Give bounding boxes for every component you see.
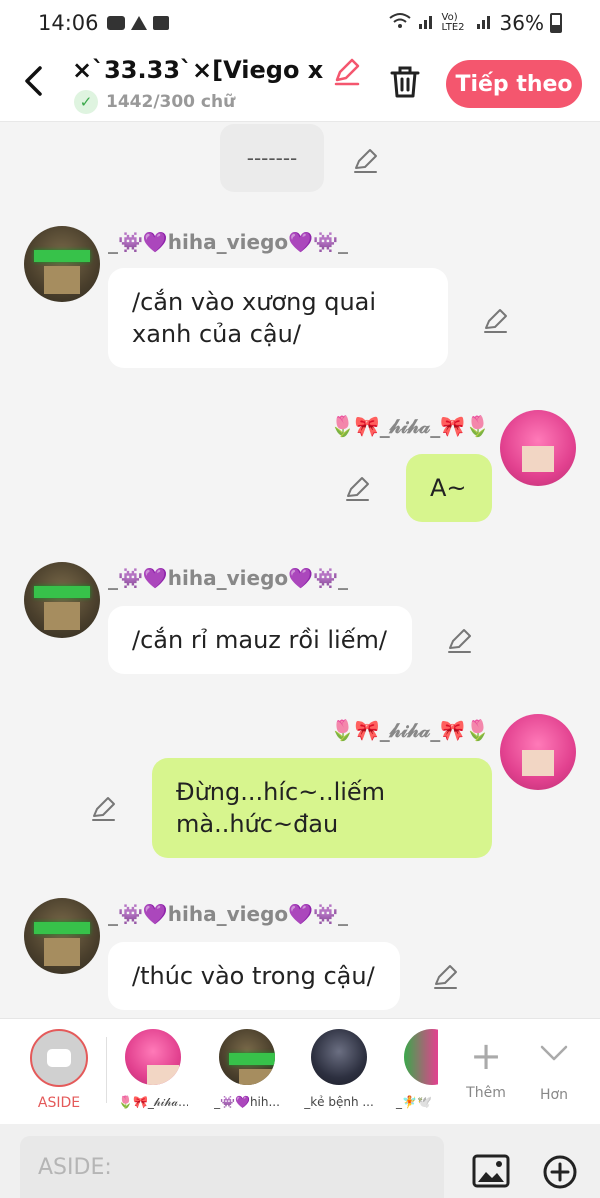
- trash-icon: [390, 66, 420, 98]
- signal-icon-2: [476, 11, 494, 35]
- sender-name: _👾💜hiha_viego💜👾_: [108, 230, 348, 254]
- message-bubble[interactable]: /thúc vào trong cậu/: [108, 942, 400, 1010]
- edit-pencil-icon[interactable]: [432, 962, 460, 990]
- avatar: [219, 1029, 275, 1085]
- avatar[interactable]: [24, 562, 100, 638]
- message-bubble[interactable]: A~: [406, 454, 492, 522]
- character-label: _kẻ bệnh ...: [304, 1095, 374, 1109]
- add-button[interactable]: [542, 1154, 578, 1190]
- expand-button[interactable]: Hơn: [526, 1035, 582, 1115]
- word-count: ✓ 1442/300 chữ: [74, 90, 235, 114]
- sender-name: _👾💜hiha_viego💜👾_: [108, 902, 348, 926]
- chevron-left-icon: [25, 66, 42, 96]
- status-bar: 14:06 Vo) LTE2 36%: [0, 0, 600, 46]
- back-button[interactable]: [22, 64, 52, 100]
- sender-name: 🌷🎀_𝒽𝒾𝒽𝒶_🎀🌷: [329, 414, 490, 438]
- edit-pencil-icon[interactable]: [90, 794, 118, 822]
- character-bar: ASIDE 🌷🎀_𝒽𝒾𝒽𝒶... _👾💜hih... _kẻ bệnh ... …: [0, 1018, 600, 1124]
- character-item[interactable]: 🌷🎀_𝒽𝒾𝒽𝒶...: [118, 1029, 188, 1123]
- add-character-label: Thêm: [466, 1085, 506, 1101]
- edit-pencil-icon[interactable]: [344, 474, 372, 502]
- input-bar: [0, 1124, 600, 1198]
- battery-percent: 36%: [499, 11, 544, 35]
- avatar: [125, 1029, 181, 1085]
- character-label: _👾💜hih...: [214, 1095, 280, 1109]
- message-bubble[interactable]: /cắn vào xương quai xanh của cậu/: [108, 268, 448, 368]
- alert-icon: [130, 16, 147, 30]
- character-item[interactable]: _kẻ bệnh ...: [304, 1029, 374, 1123]
- avatar[interactable]: [24, 898, 100, 974]
- divider: [106, 1037, 107, 1103]
- pencil-icon: [334, 58, 360, 86]
- plus-circle-icon: [543, 1155, 577, 1189]
- character-item[interactable]: _🧚🕊️: [390, 1029, 438, 1123]
- status-time: 14:06: [38, 11, 99, 35]
- avatar[interactable]: [500, 410, 576, 486]
- divider-bubble[interactable]: -------: [220, 124, 324, 192]
- avatar: [311, 1029, 367, 1085]
- avatar: [404, 1029, 438, 1085]
- avatar[interactable]: [500, 714, 576, 790]
- edit-title-button[interactable]: [332, 56, 362, 86]
- next-button[interactable]: Tiếp theo: [446, 60, 582, 108]
- character-label: 🌷🎀_𝒽𝒾𝒽𝒶...: [118, 1095, 188, 1109]
- edit-pencil-icon[interactable]: [446, 626, 474, 654]
- insert-image-button[interactable]: [472, 1154, 510, 1188]
- message-icon: [152, 16, 169, 30]
- aside-button[interactable]: [30, 1029, 88, 1087]
- expand-label: Hơn: [540, 1087, 568, 1103]
- wifi-icon: [388, 11, 412, 35]
- message-bubble[interactable]: /cắn rỉ mauz rồi liếm/: [108, 606, 412, 674]
- sender-name: 🌷🎀_𝒽𝒾𝒽𝒶_🎀🌷: [329, 718, 490, 742]
- message-bubble[interactable]: Đừng...híc~..liếm mà..hức~đau: [152, 758, 492, 858]
- youtube-icon: [106, 16, 125, 30]
- story-title[interactable]: ×`33.33`×[Viego x h...: [72, 56, 332, 84]
- aside-label: ASIDE: [37, 1095, 81, 1111]
- character-item[interactable]: _👾💜hih...: [212, 1029, 282, 1123]
- delete-button[interactable]: [388, 64, 422, 100]
- edit-pencil-icon[interactable]: [352, 146, 380, 174]
- character-label: _🧚🕊️: [396, 1095, 432, 1109]
- header: ×`33.33`×[Viego x h... ✓ 1442/300 chữ Ti…: [0, 46, 600, 122]
- add-character-button[interactable]: + Thêm: [458, 1035, 514, 1115]
- network-label: Vo) LTE2: [441, 12, 465, 33]
- avatar[interactable]: [24, 226, 100, 302]
- sender-name: _👾💜hiha_viego💜👾_: [108, 566, 348, 590]
- message-input[interactable]: [20, 1136, 444, 1198]
- image-icon: [472, 1154, 510, 1188]
- battery-icon: [550, 13, 562, 33]
- word-count-text: 1442/300 chữ: [106, 92, 236, 112]
- aside-icon: [47, 1049, 71, 1067]
- plus-icon: +: [470, 1034, 502, 1078]
- chat-area[interactable]: ------- _👾💜hiha_viego💜👾_ /cắn vào xương …: [0, 122, 600, 1018]
- signal-icon: [418, 11, 436, 35]
- chevron-down-icon: [526, 1035, 582, 1079]
- edit-pencil-icon[interactable]: [482, 306, 510, 334]
- check-icon: ✓: [74, 90, 98, 114]
